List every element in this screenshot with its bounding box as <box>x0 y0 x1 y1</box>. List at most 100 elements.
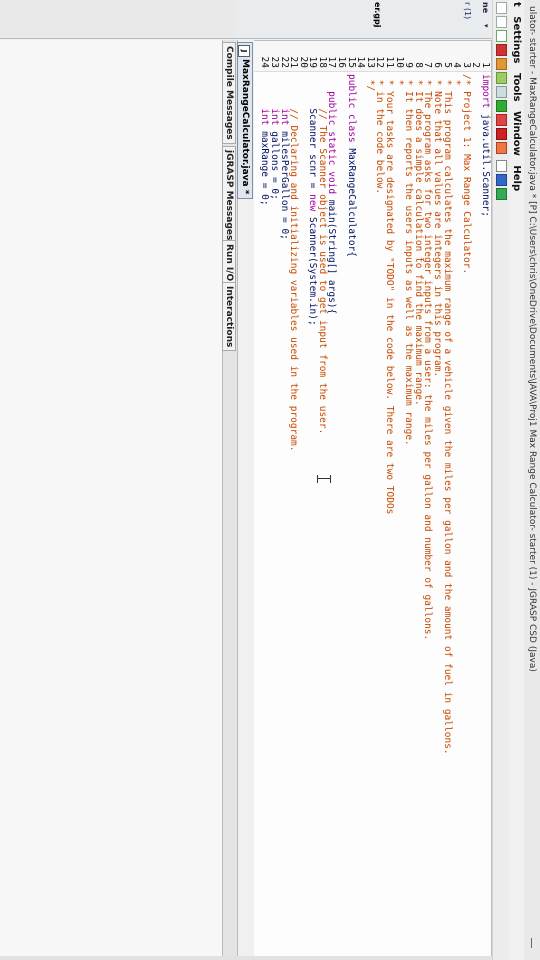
minimize-icon[interactable] <box>531 938 532 948</box>
browse-item[interactable]: r (1) <box>463 2 472 19</box>
code-token: * This program calculates the maximum ra… <box>441 74 453 755</box>
code-token: int <box>278 108 290 126</box>
line-number: 9 <box>403 62 415 68</box>
line-number: 5 <box>441 62 453 68</box>
code-token: * Your tasks are designated by "TODO" in… <box>384 74 396 515</box>
editor-tab-bar: J MaxRangeCalculator.java * <box>237 40 254 960</box>
code-token: * <box>451 74 463 86</box>
code-line[interactable]: 5 * This program calculates the maximum … <box>441 43 453 755</box>
line-number: 20 <box>297 56 309 68</box>
code-line[interactable]: 21 // Declaring and initializing variabl… <box>288 43 300 755</box>
code-line[interactable]: 4 * <box>451 43 463 755</box>
code-line[interactable]: 17 public static void main(String[] args… <box>326 43 338 755</box>
green-box-icon[interactable] <box>496 188 507 200</box>
right-scroll-edge[interactable] <box>0 956 492 960</box>
line-number: 24 <box>259 56 271 68</box>
code-line[interactable]: 20 <box>297 43 309 755</box>
tab-jgrasp-messages[interactable]: jGRASP Messages <box>222 146 236 245</box>
code-line[interactable]: 13 */ <box>364 43 376 755</box>
code-line[interactable]: 9 * It then reports the users inputs as … <box>403 43 415 755</box>
editor-tab-label: MaxRangeCalculator.java * <box>240 59 250 195</box>
code-token: Scanner scnr = <box>307 74 319 195</box>
line-number: 2 <box>470 62 482 68</box>
code-line[interactable]: 6 * Note that all values are integers in… <box>432 43 444 755</box>
run-applet-icon[interactable] <box>496 128 507 140</box>
code-editor[interactable]: 1 import java.util.Scanner; 2 3 /* Project 1… <box>253 40 492 960</box>
message-panel: Compile Messages jGRASP Messages Run I/O… <box>0 40 237 960</box>
code-token: java.util.Scanner; <box>480 108 491 217</box>
stop-icon[interactable] <box>496 142 507 154</box>
code-token: import <box>480 74 491 109</box>
run-icon[interactable] <box>496 100 507 112</box>
menu-item-tools[interactable]: Tools <box>509 73 524 108</box>
line-number: 8 <box>412 62 424 68</box>
code-line[interactable]: 1 import java.util.Scanner; <box>480 43 491 755</box>
tab-compile-messages[interactable]: Compile Messages <box>222 42 236 144</box>
code-line[interactable]: 19 Scanner scnr = new Scanner(System.in)… <box>307 43 319 755</box>
line-number: 16 <box>336 56 348 68</box>
line-number: 17 <box>326 56 338 68</box>
code-token: /* Project 1: Max Range Calculator. <box>460 74 472 275</box>
fold-icon[interactable] <box>496 86 507 98</box>
code-line[interactable]: 7 * The program asks for two integer inp… <box>422 43 434 755</box>
save-icon[interactable] <box>496 30 507 42</box>
menu-item-help[interactable]: Help <box>509 165 524 197</box>
code-token: new <box>307 194 319 212</box>
window-title-bar: ulator- starter - MaxRangeCalculator.jav… <box>523 0 540 960</box>
code-line[interactable]: 16 <box>336 43 348 755</box>
code-token: */ <box>364 74 376 92</box>
line-number: 21 <box>288 56 300 68</box>
line-number: 18 <box>316 56 328 68</box>
code-line[interactable]: 14 <box>355 43 367 755</box>
tab-interactions[interactable]: Interactions <box>222 282 236 352</box>
code-text[interactable]: 1 import java.util.Scanner; 2 3 /* Project 1… <box>259 43 491 755</box>
code-token: * It does a simple calculation to find t… <box>412 74 424 406</box>
new-file-icon[interactable] <box>496 2 507 14</box>
blue-box-icon[interactable] <box>496 174 507 186</box>
debug-icon[interactable] <box>496 114 507 126</box>
compile-icon[interactable] <box>496 44 507 56</box>
code-line[interactable]: 12 * in the code below. <box>374 43 386 755</box>
tab-run-io[interactable]: Run I/O <box>222 240 236 286</box>
code-token: * Note that all values are integers in t… <box>432 74 444 378</box>
code-token: * The program asks for two integer input… <box>422 74 434 641</box>
bottom-left-panel <box>0 0 237 39</box>
code-token: gallons = 0; <box>268 125 280 200</box>
menu-item-partial[interactable]: t <box>509 0 524 13</box>
code-line[interactable]: 2 <box>470 43 482 755</box>
code-line[interactable]: 8 * It does a simple calculation to find… <box>412 43 424 755</box>
code-line[interactable]: 24 int maxRange = 0; <box>259 43 271 755</box>
code-line[interactable]: 3 /* Project 1: Max Range Calculator. <box>460 43 472 755</box>
code-token: main(String[] args){ <box>326 194 338 315</box>
dropdown-arrow-icon[interactable]: ▾ <box>482 24 490 28</box>
line-number: 14 <box>355 56 367 68</box>
window-title: ulator- starter - MaxRangeCalculator.jav… <box>527 6 537 672</box>
line-number: 15 <box>345 56 357 68</box>
code-line[interactable]: 11 * Your tasks are designated by "TODO"… <box>384 43 396 755</box>
browse-panel-header: ne <box>481 2 490 14</box>
code-token: * <box>393 74 405 86</box>
editor-tab-maxrangecalculator[interactable]: J MaxRangeCalculator.java * <box>237 42 253 200</box>
code-token: * in the code below. <box>374 74 386 195</box>
window-icon[interactable] <box>496 160 507 172</box>
menu-item-settings[interactable]: Settings <box>509 16 524 69</box>
code-token: int <box>259 108 271 126</box>
code-token: milesPerGallon = 0; <box>278 125 290 240</box>
code-line[interactable]: 10 * <box>393 43 405 755</box>
menu-item-window[interactable]: Window <box>509 111 524 162</box>
open-file-icon[interactable] <box>496 16 507 28</box>
project-file-item[interactable]: er.gpj <box>373 2 382 27</box>
line-number: 1 <box>480 62 491 68</box>
line-number: 13 <box>364 56 376 68</box>
generate-csd-icon[interactable] <box>496 58 507 70</box>
remove-csd-icon[interactable] <box>496 72 507 84</box>
code-line[interactable]: 22 int milesPerGallon = 0; <box>278 43 290 755</box>
jgrasp-window: ulator- starter - MaxRangeCalculator.jav… <box>0 0 540 960</box>
code-line[interactable]: 15 public class MaxRangeCalculator{ <box>345 43 357 755</box>
code-line[interactable]: 18 // The Scanner object is used to get … <box>316 43 328 755</box>
code-token: maxRange = 0; <box>259 125 271 206</box>
code-line[interactable]: 23 int gallons = 0; <box>268 43 280 755</box>
java-file-icon: J <box>238 45 250 57</box>
